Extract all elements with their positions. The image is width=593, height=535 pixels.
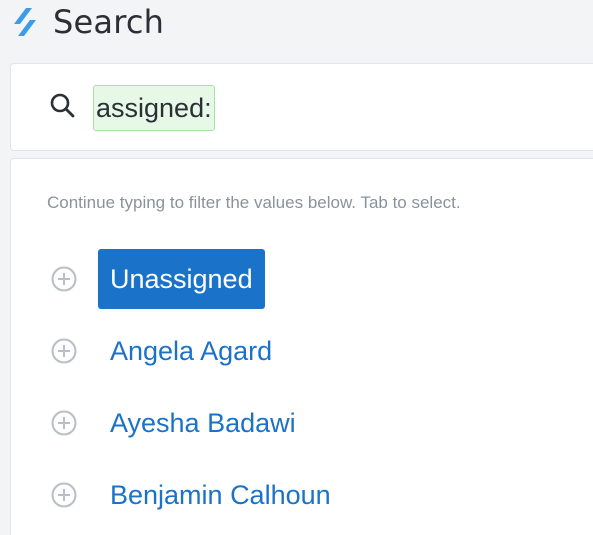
search-filter-token[interactable]: assigned: (93, 85, 215, 131)
dropdown-option-ayesha-badawi[interactable]: Ayesha Badawi (11, 393, 593, 453)
dropdown-option-unassigned[interactable]: Unassigned (11, 249, 593, 309)
page-header: Search (0, 0, 593, 48)
search-icon (50, 93, 75, 118)
dropdown-option-angela-agard[interactable]: Angela Agard (11, 321, 593, 381)
search-input[interactable]: assigned: (93, 85, 215, 131)
search-page: Search assigned: Continue typing to filt… (0, 0, 593, 535)
add-circle-icon[interactable] (51, 266, 77, 292)
suggestion-dropdown: Continue typing to filter the values bel… (10, 158, 593, 535)
dropdown-option-benjamin-calhoun[interactable]: Benjamin Calhoun (11, 465, 593, 525)
add-circle-icon[interactable] (51, 338, 77, 364)
dropdown-option-label[interactable]: Unassigned (98, 249, 265, 309)
page-title: Search (53, 3, 165, 41)
dropdown-hint: Continue typing to filter the values bel… (47, 193, 461, 212)
dropdown-option-label[interactable]: Ayesha Badawi (98, 393, 308, 453)
search-bar[interactable]: assigned: (10, 63, 593, 151)
dropdown-option-label[interactable]: Benjamin Calhoun (98, 465, 343, 525)
brand-logo-icon (14, 8, 36, 36)
add-circle-icon[interactable] (51, 410, 77, 436)
dropdown-option-label[interactable]: Angela Agard (98, 321, 284, 381)
add-circle-icon[interactable] (51, 482, 77, 508)
